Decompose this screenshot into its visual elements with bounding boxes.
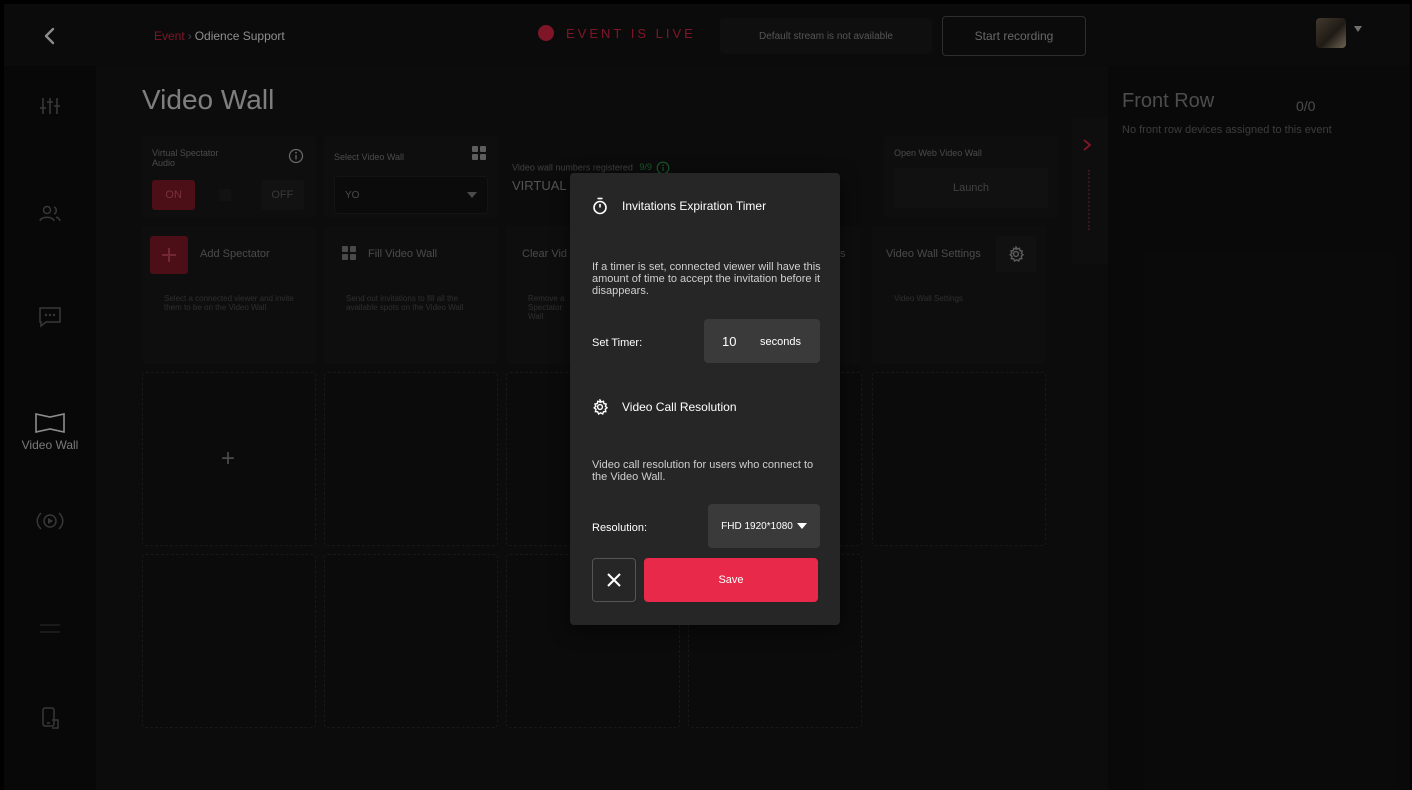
timer-unit: seconds bbox=[760, 336, 801, 348]
timer-heading-text: Invitations Expiration Timer bbox=[622, 199, 767, 213]
close-button[interactable] bbox=[592, 558, 636, 602]
gear-icon bbox=[593, 399, 608, 415]
timer-heading: Invitations Expiration Timer bbox=[592, 197, 766, 215]
resolution-value: FHD 1920*1080 bbox=[721, 520, 793, 532]
resolution-heading-text: Video Call Resolution bbox=[622, 400, 737, 414]
resolution-select[interactable]: FHD 1920*1080 bbox=[708, 504, 820, 548]
save-button[interactable]: Save bbox=[644, 558, 818, 602]
caret-down-icon bbox=[796, 522, 807, 529]
resolution-description: Video call resolution for users who conn… bbox=[592, 459, 814, 483]
stopwatch-icon bbox=[593, 197, 607, 215]
app-window: Event › Odience Support EVENT IS LIVE Defa… bbox=[4, 4, 1410, 790]
settings-modal: Invitations Expiration Timer If a timer … bbox=[570, 173, 840, 625]
close-icon bbox=[607, 573, 621, 587]
timer-input[interactable]: 10 seconds bbox=[704, 319, 820, 363]
timer-value: 10 bbox=[722, 334, 737, 349]
set-timer-label: Set Timer: bbox=[592, 337, 643, 349]
resolution-heading: Video Call Resolution bbox=[592, 399, 737, 415]
resolution-label: Resolution: bbox=[592, 522, 648, 534]
timer-description: If a timer is set, connected viewer will… bbox=[592, 261, 821, 297]
